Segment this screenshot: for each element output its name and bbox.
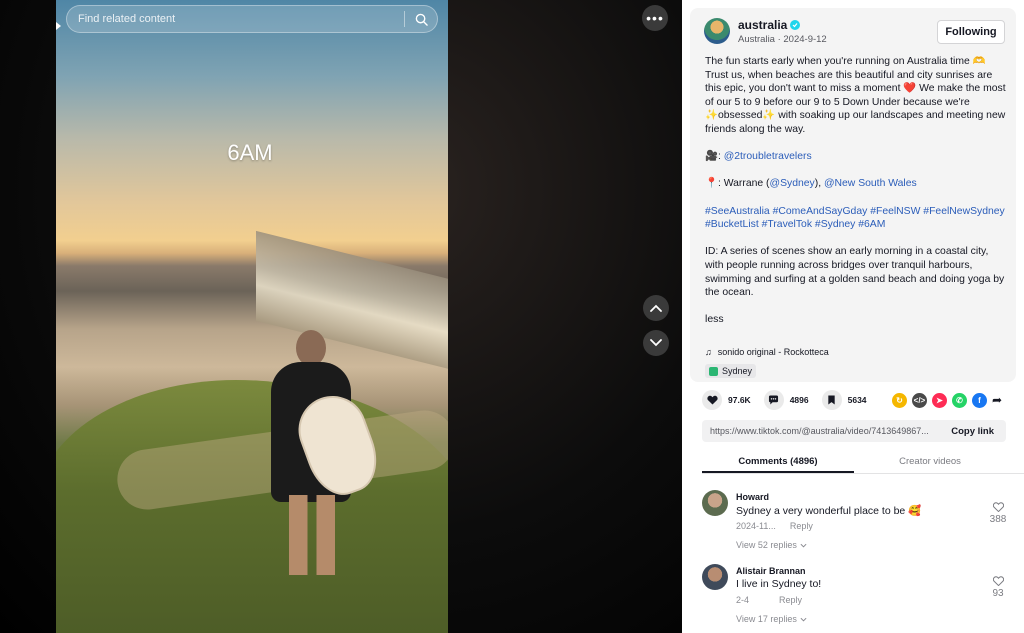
reply-button[interactable]: Reply: [779, 595, 802, 605]
back-arrow-icon[interactable]: [56, 22, 61, 30]
location-pin-icon: [709, 366, 718, 376]
send-to-friends-icon[interactable]: ➤: [931, 392, 947, 408]
video-player[interactable]: [56, 0, 448, 633]
reply-button[interactable]: Reply: [790, 521, 813, 531]
following-button[interactable]: Following: [937, 20, 1005, 44]
tab-creator-videos[interactable]: Creator videos: [854, 452, 1006, 473]
comment-meta: 2-4 Reply: [736, 595, 802, 605]
share-options: ↻ </> ➤ ✆ f ➦: [891, 392, 1002, 408]
video-overlay-text: 6AM: [227, 140, 273, 165]
like-button[interactable]: 97.6K: [702, 390, 751, 410]
view-replies-button[interactable]: View 52 replies: [736, 540, 807, 550]
hashtags[interactable]: #SeeAustralia #ComeAndSayGday #FeelNSW #…: [705, 205, 1007, 232]
tab-comments[interactable]: Comments (4896): [702, 452, 854, 473]
commenter-avatar[interactable]: [702, 564, 728, 590]
sydney-mention-link[interactable]: @Sydney: [770, 178, 815, 189]
music-title[interactable]: sonido original - Rockotteca: [718, 347, 829, 357]
verified-icon: [790, 20, 801, 30]
heart-icon[interactable]: [702, 390, 722, 410]
comment-like-count: 93: [992, 588, 1004, 599]
post-meta: Australia · 2024-9-12: [738, 34, 827, 45]
bookmark-icon[interactable]: [821, 390, 842, 410]
share-arrow-icon[interactable]: ➦: [992, 393, 1002, 407]
share-link-box: https://www.tiktok.com/@australia/video/…: [702, 420, 1006, 442]
comment-tabs: Comments (4896) Creator videos: [702, 452, 1024, 474]
comment-button[interactable]: 4896: [763, 390, 809, 410]
comment-icon[interactable]: [763, 390, 784, 410]
video-stage: Find related content 6AM •••: [0, 0, 682, 633]
place-label[interactable]: Sydney: [722, 366, 752, 376]
comment-like-count: 388: [989, 514, 1007, 525]
repost-icon[interactable]: ↻: [891, 392, 907, 408]
music-note-icon: ♫: [705, 347, 712, 357]
search-icon[interactable]: [405, 5, 437, 33]
commenter-name[interactable]: Alistair Brannan: [736, 566, 806, 576]
author-avatar[interactable]: [704, 18, 730, 44]
description-credit: 🎥: @2troubletravelers: [705, 151, 812, 163]
comment-like-button[interactable]: 93: [988, 576, 1008, 599]
next-video-button[interactable]: [643, 330, 669, 356]
description-intro: The fun starts early when you're running…: [705, 56, 1006, 135]
save-button[interactable]: 5634: [821, 390, 867, 410]
music-link[interactable]: ♫ sonido original - Rockotteca: [705, 347, 829, 357]
comment-text: Sydney a very wonderful place to be 🥰: [736, 505, 922, 517]
like-count: 97.6K: [728, 395, 751, 405]
description-location: 📍: Warrane (@Sydney), @New South Wales: [705, 178, 917, 190]
author-handle[interactable]: australia: [738, 18, 787, 32]
details-panel: australia Australia · 2024-9-12 Followin…: [682, 0, 1024, 633]
chevron-down-icon: [800, 617, 807, 622]
facebook-icon[interactable]: f: [971, 392, 987, 408]
image-description: ID: A series of scenes show an early mor…: [705, 246, 1005, 299]
comment-date: 2-4: [736, 595, 750, 605]
embed-icon[interactable]: </>: [911, 392, 927, 408]
comment-text: I live in Sydney to!: [736, 578, 822, 590]
share-url[interactable]: https://www.tiktok.com/@australia/video/…: [702, 426, 939, 436]
view-replies-label[interactable]: View 17 replies: [736, 614, 797, 624]
action-bar: 97.6K 4896 5634 ↻ </> ➤ ✆ f ➦: [702, 390, 1002, 410]
less-toggle[interactable]: less: [705, 313, 1007, 327]
view-replies-button[interactable]: View 17 replies: [736, 614, 807, 624]
comment-meta: 2024-11... Reply: [736, 521, 813, 531]
commenter-name[interactable]: Howard: [736, 492, 769, 502]
search-bar[interactable]: Find related content: [66, 5, 438, 33]
heart-outline-icon: [992, 502, 1004, 512]
chevron-up-icon: [650, 304, 662, 312]
commenter-avatar[interactable]: [702, 490, 728, 516]
save-count: 5634: [847, 395, 867, 405]
post-description: The fun starts early when you're running…: [705, 55, 1007, 327]
place-tag[interactable]: Sydney: [705, 364, 757, 378]
chevron-down-icon: [650, 339, 662, 347]
chevron-down-icon: [800, 543, 807, 548]
copy-link-button[interactable]: Copy link: [939, 426, 1006, 437]
previous-video-button[interactable]: [643, 295, 669, 321]
post-card: australia Australia · 2024-9-12 Followin…: [690, 8, 1016, 382]
whatsapp-icon[interactable]: ✆: [951, 392, 967, 408]
nsw-mention-link[interactable]: @New South Wales: [824, 178, 917, 189]
comment-count: 4896: [789, 395, 809, 405]
more-options-icon[interactable]: •••: [642, 5, 668, 31]
author-name[interactable]: australia: [738, 18, 801, 32]
comment-date: 2024-11...: [736, 521, 776, 531]
comment-like-button[interactable]: 388: [988, 502, 1008, 525]
heart-outline-icon: [992, 576, 1004, 586]
credit-mention-link[interactable]: @2troubletravelers: [724, 151, 812, 162]
search-input[interactable]: Find related content: [67, 13, 404, 25]
view-replies-label[interactable]: View 52 replies: [736, 540, 797, 550]
